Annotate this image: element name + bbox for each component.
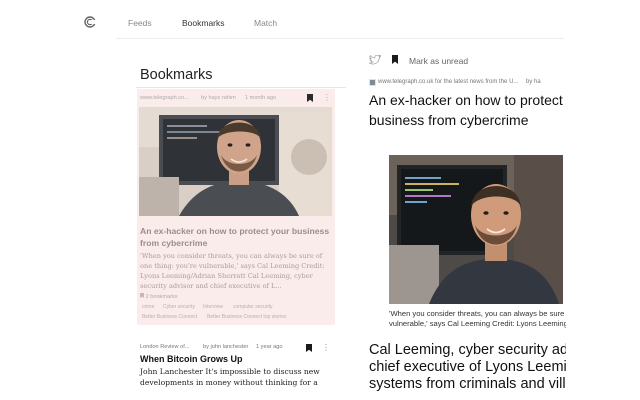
app-logo-icon[interactable] (84, 16, 96, 28)
image-caption: 'When you consider threats, you can alwa… (389, 309, 566, 328)
item-excerpt: 'When you consider threats, you can alwa… (140, 252, 325, 290)
tag-chip[interactable]: Better Business Connect top stories (207, 314, 287, 320)
tab-bookmarks[interactable]: Bookmarks (182, 18, 225, 28)
bookmark-icon[interactable] (306, 344, 312, 352)
nav-divider (116, 38, 564, 39)
bookmark-count-label: 2 bookmarks (145, 294, 178, 300)
item-source[interactable]: www.telegraph.co... (140, 95, 189, 101)
twitter-icon[interactable] (369, 55, 381, 65)
reader-lede: Cal Leeming, cyber security advisor and … (369, 342, 566, 392)
item-title[interactable]: An ex-hacker on how to protect your busi… (140, 225, 334, 249)
bookmark-small-icon (140, 293, 144, 298)
tab-match[interactable]: Match (254, 18, 277, 28)
reader-source[interactable]: www.telegraph.co.uk for the latest news … (378, 79, 518, 85)
mark-as-unread-button[interactable]: Mark as unread (409, 56, 468, 66)
tag-chip[interactable]: computer security (233, 304, 272, 310)
page-title: Bookmarks (140, 67, 213, 83)
bookmark-icon[interactable] (307, 94, 313, 102)
tag-chip[interactable]: Cyber security (163, 304, 195, 310)
article-thumbnail (139, 107, 332, 216)
reader-title: An ex-hacker on how to protect your busi… (369, 92, 566, 128)
article-hero-image (389, 155, 563, 304)
item-source[interactable]: London Review of... (140, 344, 189, 350)
bookmark-count: 2 bookmarks (140, 293, 178, 300)
heading-divider (136, 87, 346, 88)
page-canvas: Feeds Bookmarks Match Bookmarks www.tele… (0, 0, 566, 400)
item-title[interactable]: When Bitcoin Grows Up (140, 354, 243, 364)
bookmark-card-selected[interactable]: www.telegraph.co... by hays rahim 1 mont… (137, 89, 335, 325)
item-author: by hays rahim (201, 95, 236, 101)
reader-author: by ha (526, 79, 541, 85)
tag-chip[interactable]: Better Business Connect (142, 314, 197, 320)
top-nav: Feeds Bookmarks Match (0, 0, 566, 40)
tag-chip[interactable]: crime (142, 304, 154, 310)
more-vertical-icon[interactable]: ⋮ (322, 343, 330, 352)
source-favicon-icon (369, 79, 376, 86)
item-excerpt: John Lanchester It's impossible to discu… (140, 367, 320, 387)
item-author: by john lanchester (203, 344, 249, 350)
more-vertical-icon[interactable]: ⋮ (323, 93, 331, 102)
item-time: 1 month ago (245, 95, 277, 101)
tag-chip[interactable]: Interview (203, 304, 223, 310)
bookmark-icon[interactable] (392, 55, 398, 64)
tab-feeds[interactable]: Feeds (128, 18, 152, 28)
item-time: 1 year ago (256, 344, 283, 350)
